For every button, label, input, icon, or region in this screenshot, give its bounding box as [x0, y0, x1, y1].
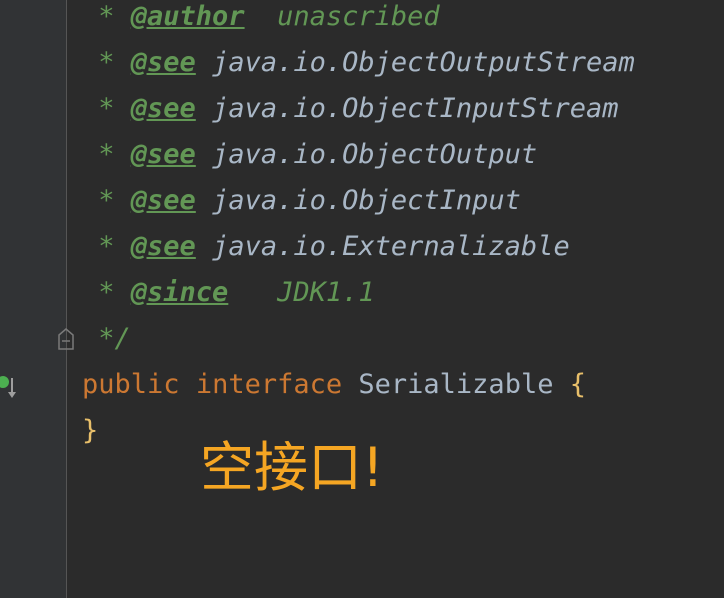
doc-tag[interactable]: @see: [131, 185, 196, 216]
doc-separator: [196, 47, 212, 78]
fold-collapse-icon[interactable]: [57, 327, 75, 351]
doc-tag[interactable]: @see: [131, 93, 196, 124]
doc-text: unascribed: [277, 1, 440, 32]
doc-separator: [228, 277, 277, 308]
doc-tag[interactable]: @see: [131, 139, 196, 170]
doc-separator: [196, 185, 212, 216]
doc-line-author: * @author unascribed: [82, 0, 440, 37]
doc-separator: [196, 231, 212, 262]
doc-star: *: [82, 185, 131, 216]
doc-line-see: * @see java.io.ObjectInputStream: [82, 89, 618, 129]
doc-separator: [196, 139, 212, 170]
editor-gutter: [0, 0, 66, 598]
doc-line-see: * @see java.io.ObjectOutputStream: [82, 43, 635, 83]
doc-star: *: [82, 1, 131, 32]
interface-declaration[interactable]: public interface Serializable {: [82, 365, 586, 405]
close-brace: }: [82, 415, 99, 446]
annotation-label: 空接口!: [200, 436, 384, 499]
doc-star: *: [82, 231, 131, 262]
doc-line-since: * @since JDK1.1: [82, 273, 375, 313]
doc-star: *: [82, 139, 131, 170]
doc-comment-end: */: [82, 323, 131, 354]
doc-line-see: * @see java.io.ObjectInput: [82, 181, 521, 221]
doc-reference[interactable]: java.io.ObjectInput: [212, 185, 521, 216]
doc-separator: [245, 1, 278, 32]
doc-line-see: * @see java.io.ObjectOutput: [82, 135, 537, 175]
open-brace: {: [569, 369, 586, 400]
doc-separator: [196, 93, 212, 124]
doc-reference[interactable]: java.io.ObjectOutputStream: [212, 47, 635, 78]
doc-tag[interactable]: @since: [131, 277, 229, 308]
doc-line-see: * @see java.io.Externalizable: [82, 227, 570, 267]
implemented-by-icon[interactable]: [0, 370, 20, 400]
code-editor[interactable]: * @author unascribed * @see java.io.Obje…: [0, 0, 724, 598]
doc-tag[interactable]: @see: [131, 47, 196, 78]
interface-name[interactable]: Serializable: [358, 369, 553, 400]
doc-text: JDK1.1: [277, 277, 375, 308]
doc-reference[interactable]: java.io.ObjectInputStream: [212, 93, 618, 124]
interface-keyword: interface: [195, 369, 343, 400]
doc-reference[interactable]: java.io.ObjectOutput: [212, 139, 537, 170]
doc-tag[interactable]: @author: [131, 1, 245, 32]
doc-reference[interactable]: java.io.Externalizable: [212, 231, 570, 262]
doc-star: *: [82, 277, 131, 308]
modifier-keyword: public: [82, 369, 180, 400]
closing-line: }: [82, 411, 98, 451]
gutter-divider: [66, 0, 67, 598]
doc-tag[interactable]: @see: [131, 231, 196, 262]
doc-star: *: [82, 93, 131, 124]
doc-star: *: [82, 47, 131, 78]
